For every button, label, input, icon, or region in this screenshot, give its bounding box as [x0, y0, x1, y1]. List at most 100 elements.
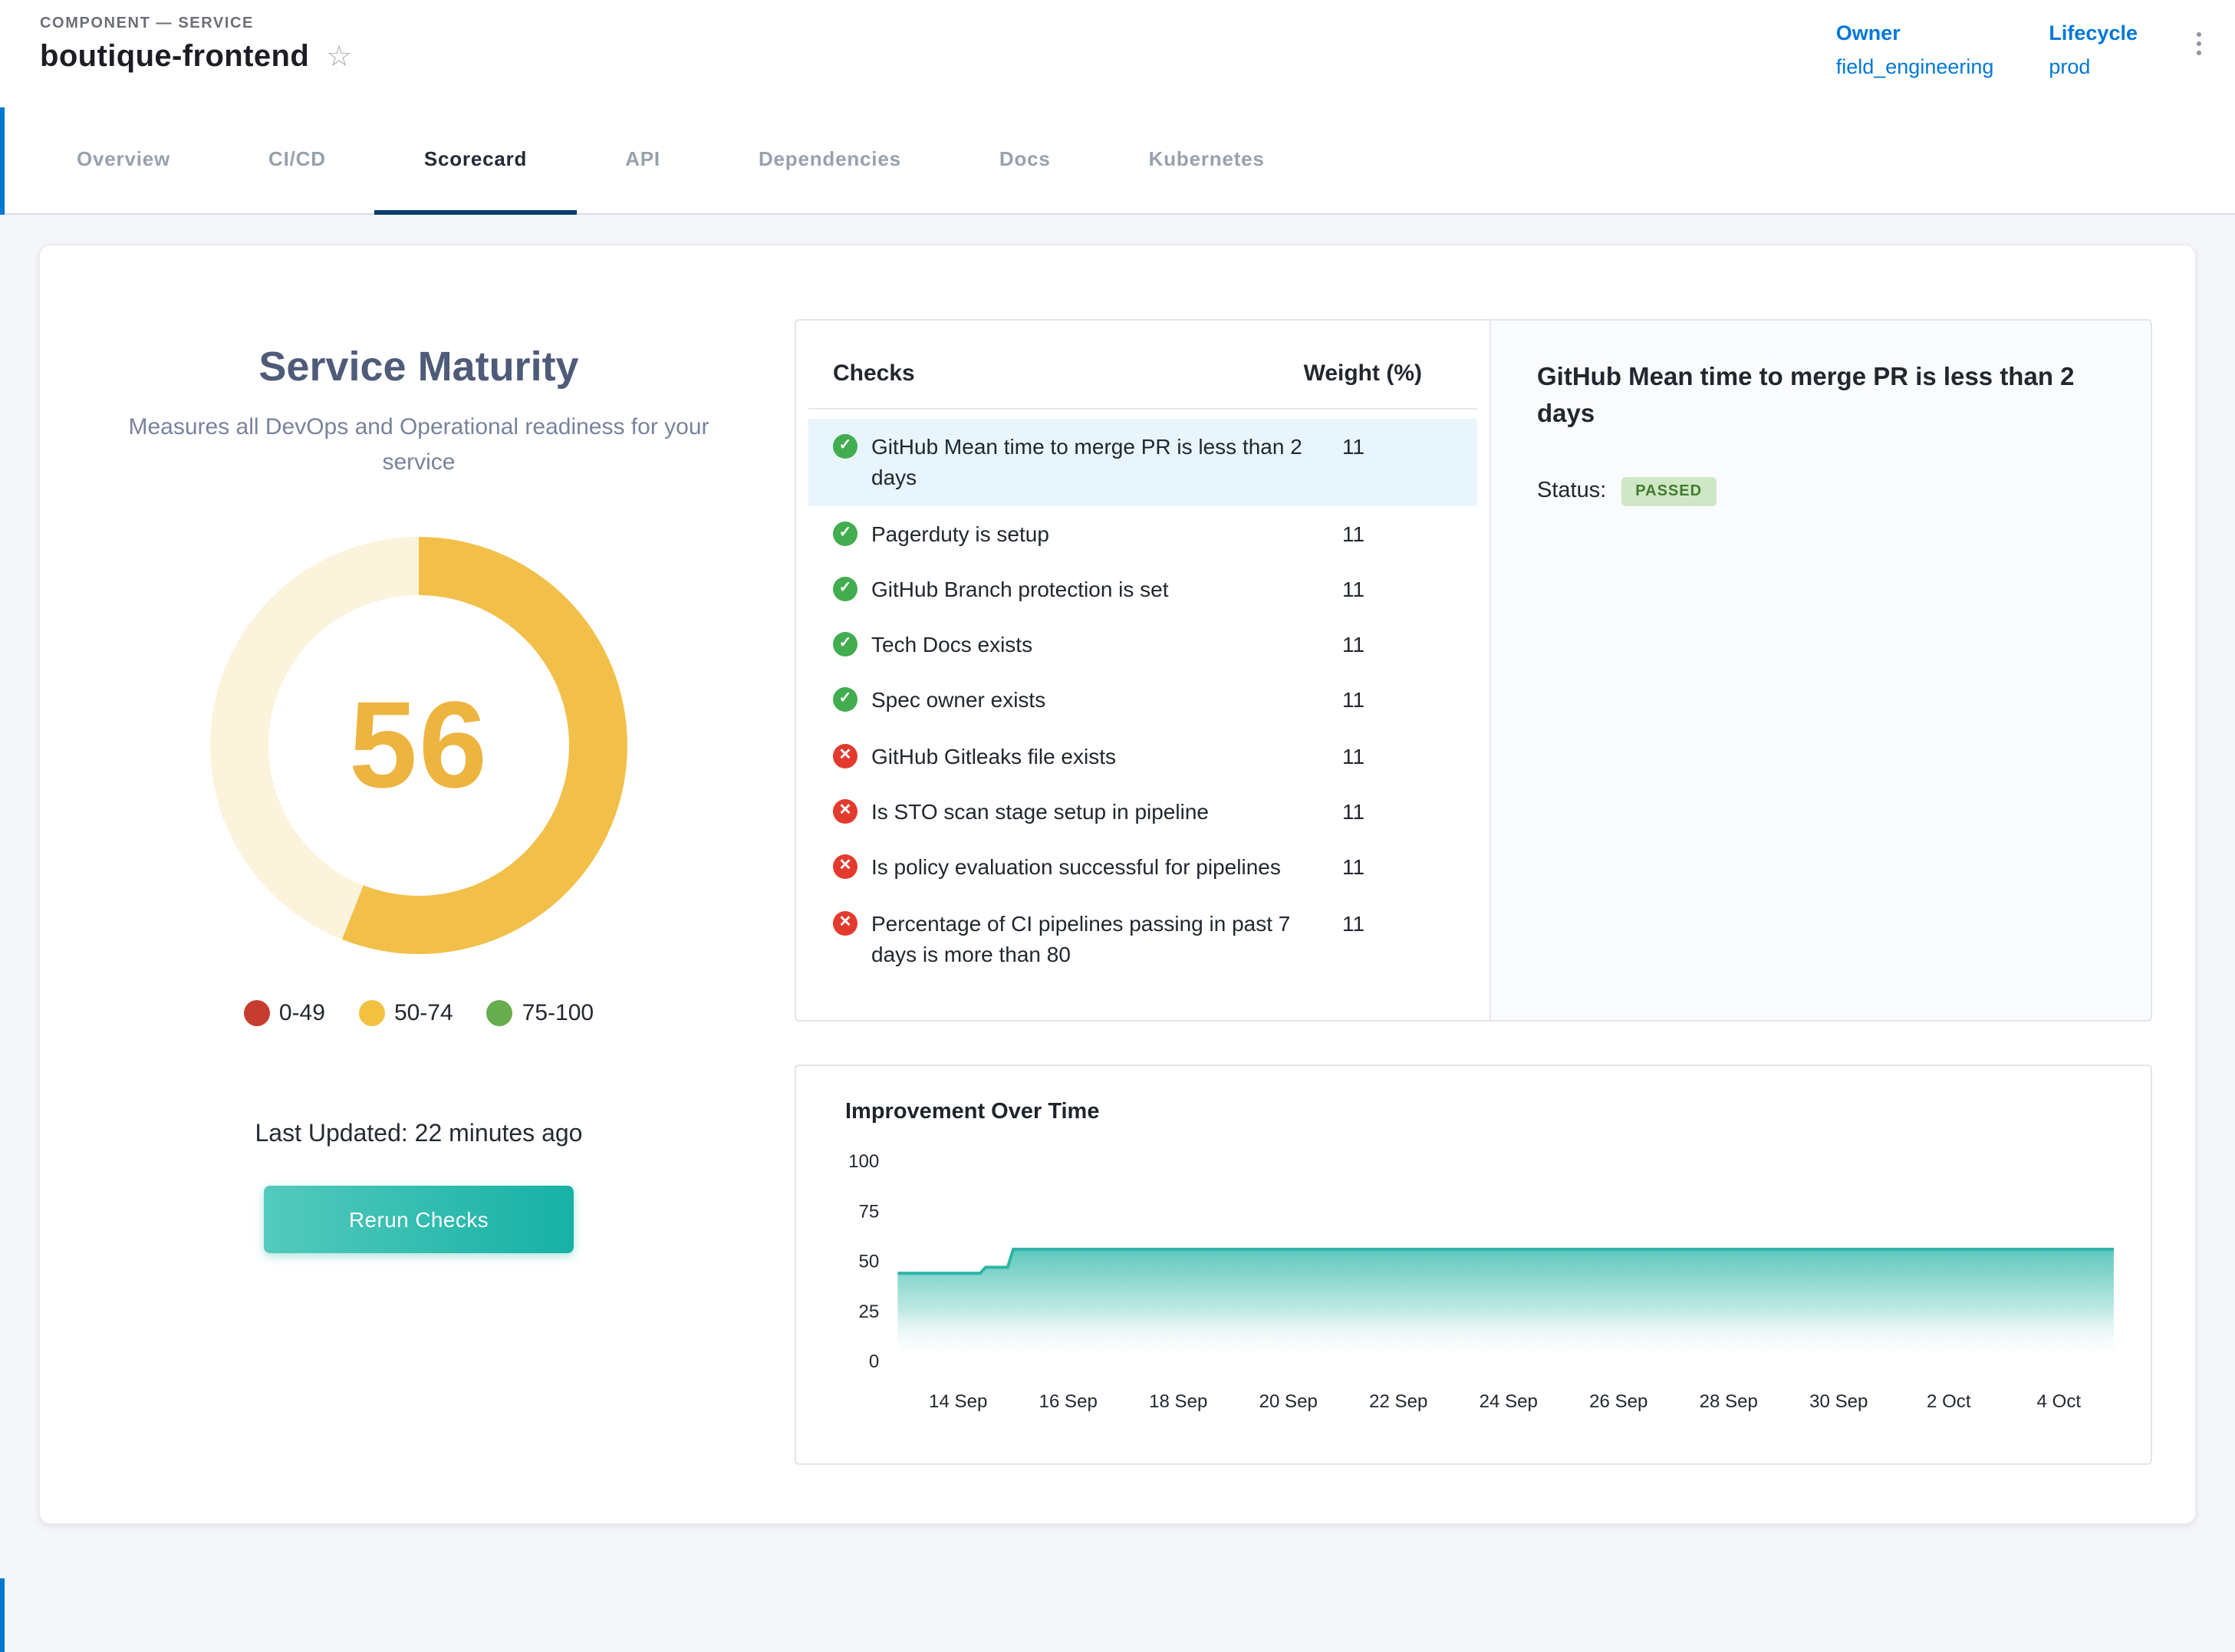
- scorecard-card: Service Maturity Measures all DevOps and…: [38, 244, 2197, 1524]
- status-label: Status:: [1537, 479, 1606, 504]
- page-header: COMPONENT — SERVICE boutique-frontend ☆ …: [0, 0, 2235, 107]
- check-failed-icon: ✕: [833, 910, 857, 935]
- check-passed-icon: ✓: [833, 577, 857, 601]
- check-label: Spec owner exists: [871, 685, 1328, 716]
- lifecycle-block: Lifecycle prod: [2049, 21, 2138, 78]
- tab-docs[interactable]: Docs: [950, 107, 1100, 215]
- svg-text:22 Sep: 22 Sep: [1369, 1391, 1427, 1412]
- kebab-menu-icon[interactable]: [2193, 21, 2204, 65]
- legend-dot: [244, 999, 270, 1025]
- check-weight: 11: [1342, 431, 1422, 462]
- check-passed-icon: ✓: [833, 521, 857, 545]
- score-value: 56: [349, 674, 489, 815]
- checks-list: ✓ GitHub Mean time to merge PR is less th…: [808, 410, 1477, 982]
- check-row[interactable]: ✓Tech Docs exists11: [808, 617, 1477, 673]
- checks-panel: Checks Weight (%) ✓ GitHub Mean time to m…: [795, 319, 2152, 1022]
- check-failed-icon: ✕: [833, 744, 857, 768]
- improvement-chart: 0255075100 14 Sep16 Sep18 Sep20 Sep22 Se…: [827, 1146, 2120, 1438]
- check-row[interactable]: ✕Is STO scan stage setup in pipeline11: [808, 784, 1477, 840]
- svg-text:30 Sep: 30 Sep: [1809, 1391, 1868, 1412]
- check-label: Pagerduty is setup: [871, 518, 1328, 549]
- tab-kubernetes[interactable]: Kubernetes: [1100, 107, 1314, 215]
- tab-api[interactable]: API: [576, 107, 709, 215]
- svg-text:0: 0: [869, 1351, 879, 1372]
- svg-text:100: 100: [848, 1151, 879, 1172]
- legend-dot: [487, 999, 513, 1025]
- app: COMPONENT — SERVICE boutique-frontend ☆ …: [0, 0, 2235, 1652]
- check-detail-panel: GitHub Mean time to merge PR is less tha…: [1489, 321, 2151, 1020]
- tab-overview[interactable]: Overview: [28, 107, 219, 215]
- weight-column-header: Weight (%): [1304, 360, 1422, 387]
- legend-label: 75-100: [522, 999, 594, 1025]
- lifecycle-label: Lifecycle: [2049, 21, 2138, 44]
- checks-table-header: Checks Weight (%): [808, 351, 1477, 410]
- entity-title-block: COMPONENT — SERVICE boutique-frontend ☆: [40, 15, 352, 75]
- score-donut-hole: 56: [268, 594, 569, 895]
- check-detail-title: GitHub Mean time to merge PR is less tha…: [1537, 360, 2077, 434]
- svg-text:24 Sep: 24 Sep: [1480, 1391, 1538, 1412]
- check-passed-icon: ✓: [833, 434, 857, 459]
- check-label: GitHub Mean time to merge PR is less tha…: [871, 431, 1328, 493]
- score-donut: 56: [210, 536, 627, 953]
- check-row[interactable]: ✓ GitHub Mean time to merge PR is less th…: [808, 419, 1477, 505]
- check-label: GitHub Branch protection is set: [871, 574, 1328, 605]
- check-weight: 11: [1342, 518, 1422, 549]
- check-failed-icon: ✕: [833, 855, 857, 880]
- check-weight: 11: [1342, 796, 1422, 828]
- svg-text:50: 50: [858, 1252, 879, 1272]
- checks-list-panel: Checks Weight (%) ✓ GitHub Mean time to m…: [796, 321, 1489, 1020]
- lifecycle-value: prod: [2049, 55, 2138, 78]
- left-nav-accent-top: [0, 107, 5, 215]
- legend-label: 0-49: [279, 999, 325, 1025]
- svg-text:16 Sep: 16 Sep: [1039, 1391, 1098, 1412]
- maturity-summary: Service Maturity Measures all DevOps and…: [58, 298, 779, 1464]
- tab-dependencies[interactable]: Dependencies: [709, 107, 950, 215]
- check-row[interactable]: ✕Is policy evaluation successful for pip…: [808, 840, 1477, 896]
- check-passed-icon: ✓: [833, 688, 857, 712]
- tabs: OverviewCI/CDScorecardAPIDependenciesDoc…: [0, 107, 2235, 215]
- improvement-chart-card: Improvement Over Time 0 25 50 75 100 14 Sep 1…: [795, 1065, 2152, 1464]
- check-weight: 11: [1342, 574, 1422, 605]
- check-row[interactable]: ✓ Spec owner exists 11: [808, 673, 1477, 729]
- owner-link[interactable]: field_engineering: [1836, 55, 1994, 78]
- legend-dot: [359, 999, 385, 1025]
- svg-text:4 Oct: 4 Oct: [2037, 1391, 2082, 1412]
- svg-text:18 Sep: 18 Sep: [1149, 1391, 1207, 1412]
- check-row[interactable]: ✓ GitHub Branch protection is set 11: [808, 561, 1477, 617]
- check-row[interactable]: ✓ Pagerduty is setup 11: [808, 505, 1477, 561]
- last-updated: Last Updated: 22 minutes ago: [58, 1121, 779, 1148]
- check-row[interactable]: ✕Percentage of CI pipelines passing in p…: [808, 895, 1477, 982]
- legend-item: 50-74: [359, 999, 453, 1025]
- svg-text:14 Sep: 14 Sep: [929, 1391, 987, 1412]
- breadcrumb: COMPONENT — SERVICE: [40, 15, 352, 32]
- tab-ci-cd[interactable]: CI/CD: [219, 107, 375, 215]
- legend-item: 0-49: [244, 999, 325, 1025]
- rerun-checks-button[interactable]: Rerun Checks: [264, 1185, 574, 1252]
- check-weight: 11: [1342, 685, 1422, 716]
- scorecard-subtitle: Measures all DevOps and Operational read…: [97, 410, 741, 481]
- check-status-row: Status: PASSED: [1537, 477, 2105, 506]
- svg-text:25: 25: [858, 1302, 879, 1322]
- check-weight: 11: [1342, 852, 1422, 884]
- score-legend: 0-49 50-74 75-100: [58, 999, 779, 1025]
- check-row[interactable]: ✕GitHub Gitleaks file exists11: [808, 729, 1477, 785]
- entity-meta: Owner field_engineering Lifecycle prod: [1836, 15, 2204, 78]
- svg-text:75: 75: [858, 1201, 879, 1222]
- checks-column-header: Checks: [833, 360, 915, 387]
- legend-item: 75-100: [487, 999, 594, 1025]
- star-icon[interactable]: ☆: [326, 43, 352, 72]
- legend-label: 50-74: [394, 999, 453, 1025]
- chart-title: Improvement Over Time: [845, 1100, 2120, 1124]
- svg-text:28 Sep: 28 Sep: [1700, 1391, 1758, 1412]
- status-badge: PASSED: [1621, 477, 1716, 506]
- check-weight: 11: [1342, 907, 1422, 939]
- main-content: Service Maturity Measures all DevOps and…: [0, 215, 2235, 1652]
- svg-text:26 Sep: 26 Sep: [1589, 1391, 1647, 1412]
- svg-text:2 Oct: 2 Oct: [1927, 1391, 1971, 1412]
- scorecard-detail-column: Checks Weight (%) ✓ GitHub Mean time to m…: [779, 298, 2152, 1464]
- check-weight: 11: [1342, 629, 1422, 660]
- owner-block: Owner field_engineering: [1836, 21, 1994, 78]
- check-label: Is STO scan stage setup in pipeline: [871, 796, 1328, 828]
- page-title: boutique-frontend: [40, 40, 309, 75]
- tab-scorecard[interactable]: Scorecard: [375, 107, 576, 215]
